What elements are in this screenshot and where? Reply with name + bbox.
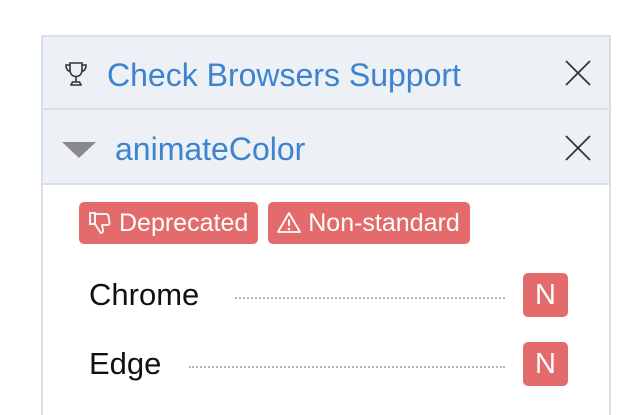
- feature-header[interactable]: animateColor: [43, 110, 609, 185]
- dotted-leader: [189, 366, 505, 368]
- browser-name-edge: Edge: [89, 346, 162, 381]
- close-feature-button[interactable]: [563, 133, 593, 163]
- support-badge-chrome[interactable]: N: [523, 273, 568, 317]
- browser-support-panel: Check Browsers Support animateColor Depr…: [41, 35, 611, 415]
- close-panel-button[interactable]: [563, 58, 593, 88]
- browser-name-chrome: Chrome: [89, 277, 200, 312]
- trophy-icon: [65, 62, 87, 86]
- warning-icon: [277, 212, 302, 233]
- dotted-leader: [235, 297, 505, 299]
- support-badge-edge[interactable]: N: [523, 342, 568, 386]
- collapse-triangle-icon[interactable]: [62, 142, 96, 158]
- panel-title: Check Browsers Support: [107, 57, 461, 93]
- deprecated-badge: Deprecated: [79, 202, 259, 244]
- status-badges: Deprecated Non-standard: [79, 202, 470, 244]
- browser-row-edge: Edge N: [89, 342, 569, 386]
- non-standard-badge: Non-standard: [268, 202, 470, 244]
- browser-row-chrome: Chrome N: [89, 273, 569, 317]
- panel-header: Check Browsers Support: [43, 37, 609, 110]
- non-standard-label: Non-standard: [308, 208, 460, 237]
- feature-name: animateColor: [115, 131, 306, 167]
- deprecated-label: Deprecated: [119, 208, 249, 237]
- thumbs-down-icon: [89, 212, 111, 234]
